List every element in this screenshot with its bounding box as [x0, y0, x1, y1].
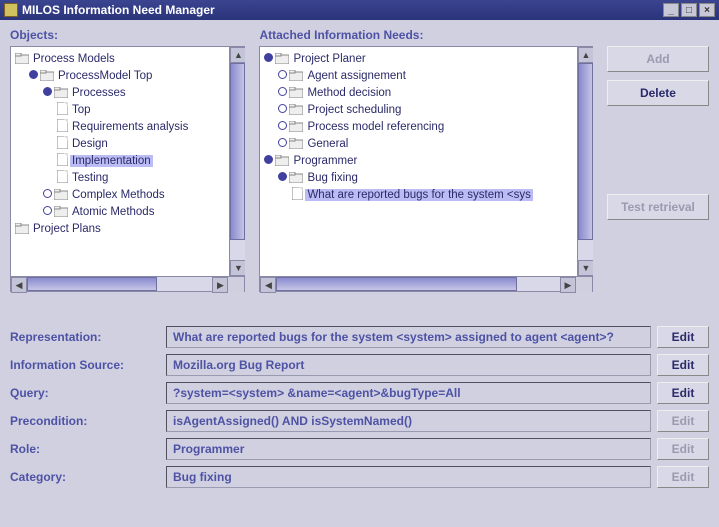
minimize-button[interactable]: _ — [663, 3, 679, 17]
tree-item-project-planer[interactable]: Project Planer — [291, 53, 367, 65]
tree-item-process-model-ref[interactable]: Process model referencing — [305, 121, 446, 133]
needs-heading: Attached Information Needs: — [259, 28, 593, 42]
expand-toggle[interactable] — [278, 121, 287, 130]
expand-toggle[interactable] — [278, 172, 287, 181]
tree-item-agent-assignment[interactable]: Agent assignement — [305, 70, 407, 82]
vertical-scrollbar[interactable]: ▲ ▼ — [229, 47, 245, 276]
expand-toggle[interactable] — [29, 70, 38, 79]
folder-icon — [15, 223, 29, 234]
delete-button[interactable]: Delete — [607, 80, 709, 106]
folder-icon — [275, 53, 289, 64]
folder-icon — [289, 121, 303, 132]
source-field[interactable]: Mozilla.org Bug Report — [166, 354, 651, 376]
maximize-button[interactable]: □ — [681, 3, 697, 17]
tree-item-complex-methods[interactable]: Complex Methods — [70, 189, 167, 201]
expand-toggle[interactable] — [278, 104, 287, 113]
tree-item-bug-fixing[interactable]: Bug fixing — [305, 172, 360, 184]
folder-icon — [15, 53, 29, 64]
expand-toggle[interactable] — [278, 70, 287, 79]
title-bar: MILOS Information Need Manager _ □ × — [0, 0, 719, 20]
file-icon — [57, 153, 68, 166]
tree-item-implementation[interactable]: Implementation — [70, 155, 153, 167]
role-field[interactable]: Programmer — [166, 438, 651, 460]
category-field[interactable]: Bug fixing — [166, 466, 651, 488]
tree-item-project-scheduling[interactable]: Project scheduling — [305, 104, 403, 116]
scroll-left-icon[interactable]: ◀ — [11, 277, 27, 293]
source-label: Information Source: — [10, 358, 160, 372]
expand-toggle[interactable] — [278, 87, 287, 96]
expand-toggle[interactable] — [43, 206, 52, 215]
tree-item-method-decision[interactable]: Method decision — [305, 87, 393, 99]
needs-tree[interactable]: Project Planer Agent assignement Method … — [259, 46, 593, 276]
horizontal-scrollbar[interactable]: ◀ ▶ — [10, 276, 245, 292]
folder-icon — [40, 70, 54, 81]
needs-panel: Attached Information Needs: Project Plan… — [259, 28, 593, 292]
tree-item-processes[interactable]: Processes — [70, 87, 128, 99]
objects-panel: Objects: Process Models ProcessModel Top… — [10, 28, 245, 292]
file-icon — [292, 187, 303, 200]
app-icon — [4, 3, 18, 17]
edit-source-button[interactable]: Edit — [657, 354, 709, 376]
file-icon — [57, 119, 68, 132]
folder-icon — [289, 104, 303, 115]
file-icon — [57, 170, 68, 183]
folder-icon — [289, 138, 303, 149]
tree-item-top[interactable]: Top — [70, 104, 93, 116]
expand-toggle[interactable] — [264, 155, 273, 164]
edit-query-button[interactable]: Edit — [657, 382, 709, 404]
tree-item-atomic-methods[interactable]: Atomic Methods — [70, 206, 156, 218]
folder-icon — [289, 172, 303, 183]
scroll-right-icon[interactable]: ▶ — [212, 277, 228, 293]
file-icon — [57, 102, 68, 115]
expand-toggle[interactable] — [278, 138, 287, 147]
folder-icon — [275, 155, 289, 166]
action-buttons: Add Delete Test retrieval — [607, 28, 709, 292]
objects-heading: Objects: — [10, 28, 245, 42]
role-label: Role: — [10, 442, 160, 456]
tree-item-question[interactable]: What are reported bugs for the system <s… — [305, 189, 532, 201]
edit-category-button[interactable]: Edit — [657, 466, 709, 488]
edit-representation-button[interactable]: Edit — [657, 326, 709, 348]
test-retrieval-button[interactable]: Test retrieval — [607, 194, 709, 220]
close-button[interactable]: × — [699, 3, 715, 17]
precondition-label: Precondition: — [10, 414, 160, 428]
folder-icon — [54, 87, 68, 98]
folder-icon — [289, 87, 303, 98]
expand-toggle[interactable] — [43, 87, 52, 96]
expand-toggle[interactable] — [43, 189, 52, 198]
scroll-up-icon[interactable]: ▲ — [230, 47, 245, 63]
objects-tree[interactable]: Process Models ProcessModel Top Processe… — [10, 46, 245, 276]
tree-item-general[interactable]: General — [305, 138, 350, 150]
tree-item-project-plans[interactable]: Project Plans — [31, 223, 103, 235]
precondition-field[interactable]: isAgentAssigned() AND isSystemNamed() — [166, 410, 651, 432]
scroll-down-icon[interactable]: ▼ — [578, 260, 593, 276]
query-label: Query: — [10, 386, 160, 400]
folder-icon — [54, 206, 68, 217]
edit-role-button[interactable]: Edit — [657, 438, 709, 460]
tree-item-process-models[interactable]: Process Models — [31, 53, 117, 65]
tree-item-design[interactable]: Design — [70, 138, 110, 150]
scroll-right-icon[interactable]: ▶ — [560, 277, 576, 293]
vertical-scrollbar[interactable]: ▲ ▼ — [577, 47, 593, 276]
representation-label: Representation: — [10, 330, 160, 344]
scroll-up-icon[interactable]: ▲ — [578, 47, 593, 63]
window-title: MILOS Information Need Manager — [22, 3, 215, 17]
edit-precondition-button[interactable]: Edit — [657, 410, 709, 432]
category-label: Category: — [10, 470, 160, 484]
folder-icon — [289, 70, 303, 81]
add-button[interactable]: Add — [607, 46, 709, 72]
details-form: Representation: What are reported bugs f… — [10, 326, 709, 488]
folder-icon — [54, 189, 68, 200]
scroll-down-icon[interactable]: ▼ — [230, 260, 245, 276]
file-icon — [57, 136, 68, 149]
expand-toggle[interactable] — [264, 53, 273, 62]
tree-item-requirements[interactable]: Requirements analysis — [70, 121, 190, 133]
tree-item-testing[interactable]: Testing — [70, 172, 110, 184]
representation-field[interactable]: What are reported bugs for the system <s… — [166, 326, 651, 348]
tree-item-programmer[interactable]: Programmer — [291, 155, 359, 167]
tree-item-processmodel-top[interactable]: ProcessModel Top — [56, 70, 154, 82]
scroll-left-icon[interactable]: ◀ — [260, 277, 276, 293]
query-field[interactable]: ?system=<system> &name=<agent>&bugType=A… — [166, 382, 651, 404]
horizontal-scrollbar[interactable]: ◀ ▶ — [259, 276, 593, 292]
